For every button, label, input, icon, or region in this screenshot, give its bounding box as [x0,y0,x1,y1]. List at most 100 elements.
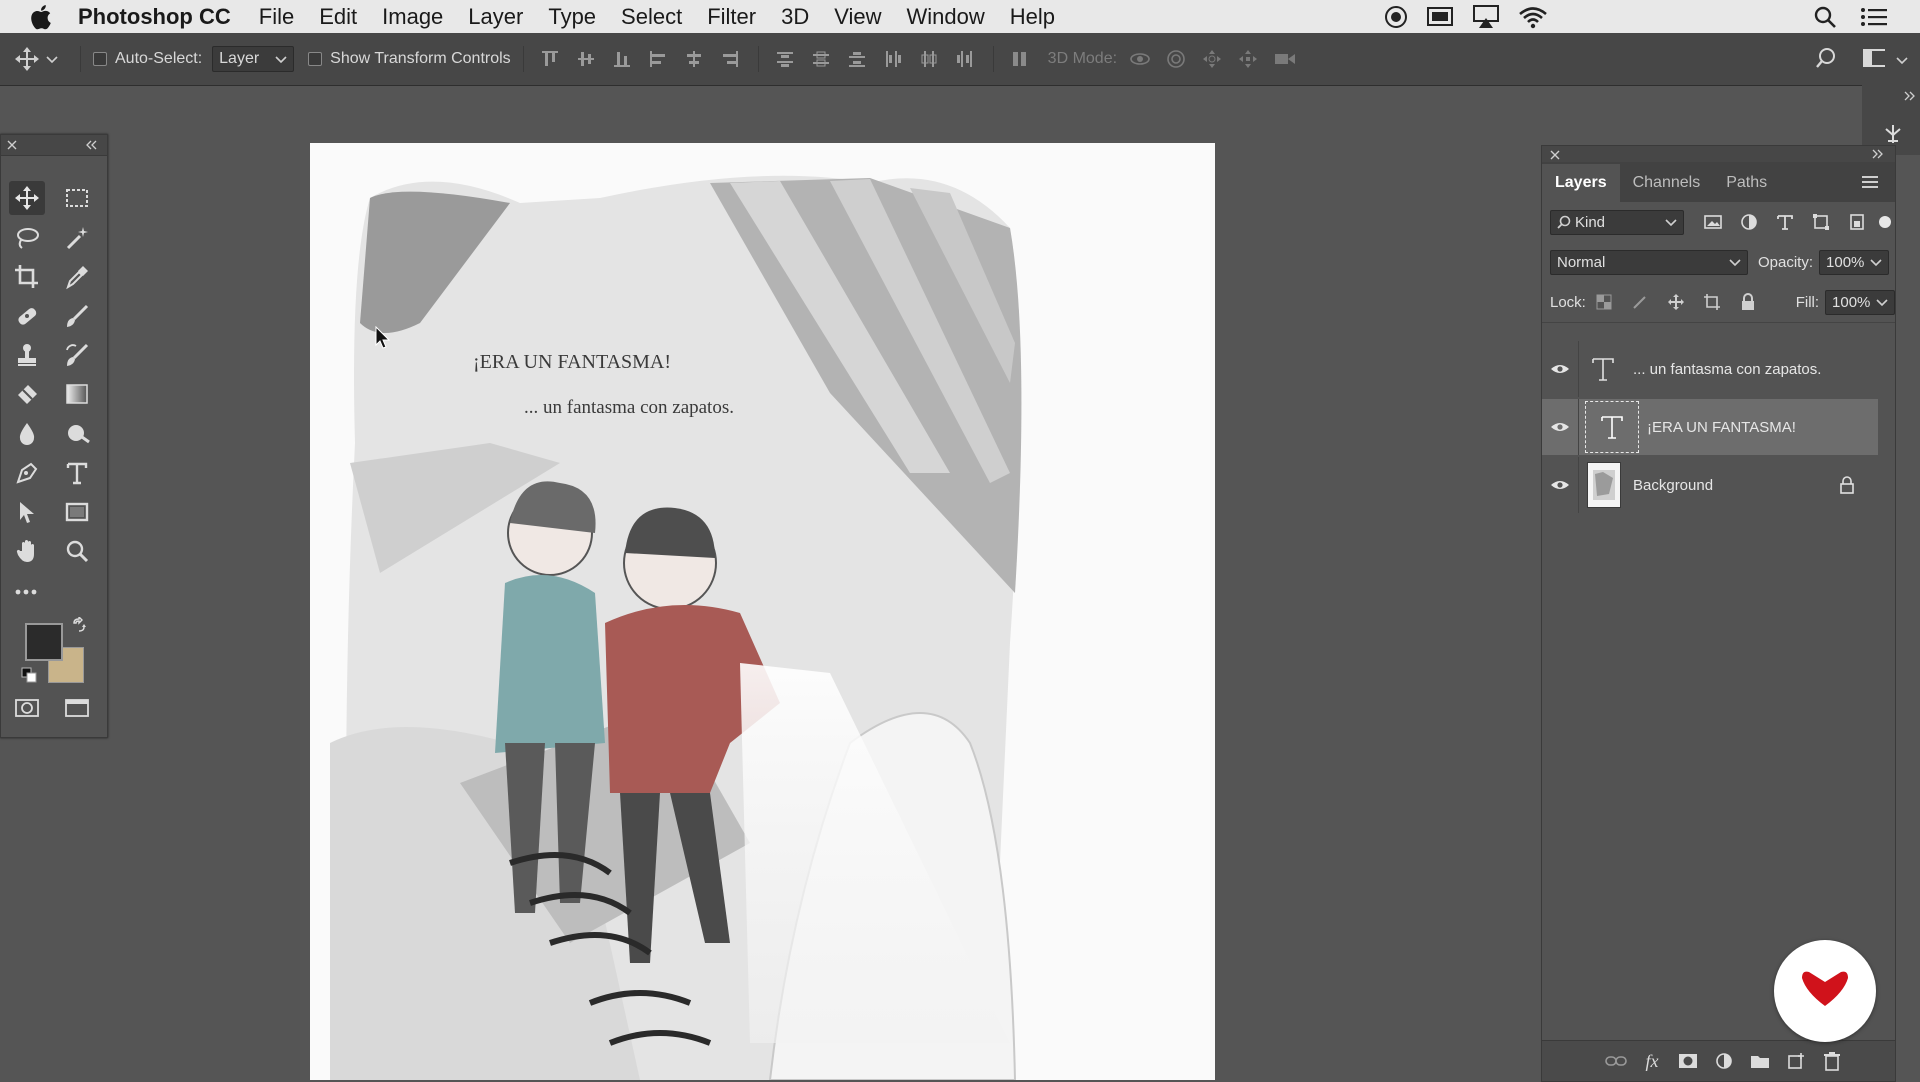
type-tool[interactable] [59,456,95,490]
screen-mode[interactable] [59,691,95,725]
delete-layer-trash-icon[interactable] [1821,1050,1843,1072]
filter-type-icon[interactable] [1774,211,1796,233]
align-horizontal-centers-icon[interactable] [683,48,705,70]
filter-kind-dropdown[interactable]: Kind [1550,209,1684,235]
layer-style-fx-icon[interactable]: fx [1641,1050,1663,1072]
tab-channels[interactable]: Channels [1620,164,1714,202]
eyedropper-tool[interactable] [59,260,95,294]
menu-help[interactable]: Help [1010,4,1055,30]
layer-row[interactable]: ... un fantasma con zapatos. [1542,341,1878,397]
show-transform-controls-checkbox[interactable] [308,52,323,66]
marquee-tool[interactable] [59,181,95,215]
eraser-tool[interactable] [9,377,45,411]
filter-smart-object-icon[interactable] [1846,211,1868,233]
notification-list-icon[interactable] [1860,0,1888,33]
layers-panel-header[interactable] [1542,146,1895,162]
canvas-heading-text[interactable]: ¡ERA UN FANTASMA! [473,351,671,374]
layer-row-selected[interactable]: ¡ERA UN FANTASMA! [1542,399,1878,455]
opacity-field[interactable]: 100% [1819,249,1890,275]
crop-tool[interactable] [9,260,45,294]
lock-image-pixels-icon[interactable] [1629,291,1651,313]
align-bottom-edges-icon[interactable] [611,48,633,70]
menu-file[interactable]: File [259,4,294,30]
distribute-vertical-centers-icon[interactable] [810,48,832,70]
3d-scale-icon[interactable] [1273,48,1296,70]
new-group-folder-icon[interactable] [1749,1050,1771,1072]
menu-type[interactable]: Type [548,4,596,30]
menu-window[interactable]: Window [907,4,985,30]
layer-name[interactable]: Background [1633,477,1713,494]
menu-select[interactable]: Select [621,4,682,30]
distribute-right-icon[interactable] [954,48,976,70]
magic-wand-tool[interactable] [59,221,95,255]
default-colors-icon[interactable] [21,667,37,688]
collapse-panel-icon[interactable] [1904,91,1916,101]
airplay-icon[interactable] [1472,0,1500,33]
lock-transparent-pixels-icon[interactable] [1593,291,1615,313]
align-vertical-centers-icon[interactable] [575,48,597,70]
tools-panel-header[interactable] [1,135,107,156]
auto-align-layers-icon[interactable] [1009,48,1031,70]
menu-edit[interactable]: Edit [319,4,357,30]
lock-artboard-icon[interactable] [1701,291,1723,313]
history-brush-tool[interactable] [59,338,95,372]
align-left-edges-icon[interactable] [647,48,669,70]
add-layer-mask-icon[interactable] [1677,1050,1699,1072]
screen-mirror-icon[interactable] [1426,0,1454,33]
wifi-icon[interactable] [1518,0,1548,33]
lock-all-icon[interactable] [1737,291,1759,313]
new-layer-icon[interactable] [1785,1050,1807,1072]
distribute-top-icon[interactable] [774,48,796,70]
blend-mode-dropdown[interactable]: Normal [1550,249,1748,275]
zoom-tool[interactable] [59,534,95,568]
layer-name[interactable]: ¡ERA UN FANTASMA! [1647,419,1796,436]
auto-select-dropdown[interactable]: Layer [212,46,295,72]
record-icon[interactable] [1384,0,1408,33]
search-icon[interactable] [1815,47,1837,69]
layer-visibility-toggle[interactable] [1542,399,1579,455]
filter-toggle-icon[interactable] [1879,216,1891,228]
collapse-panel-icon[interactable] [85,140,97,150]
layer-visibility-toggle[interactable] [1542,457,1579,513]
path-selection-tool[interactable] [9,495,45,529]
chevron-down-icon[interactable] [1896,55,1908,65]
move-tool[interactable] [9,181,45,215]
properties-panel-icon[interactable] [1882,123,1904,145]
tab-paths[interactable]: Paths [1713,164,1780,202]
align-right-edges-icon[interactable] [719,48,741,70]
rectangle-tool[interactable] [59,495,95,529]
menu-view[interactable]: View [834,4,881,30]
gradient-tool[interactable] [59,377,95,411]
close-icon[interactable] [7,140,17,150]
lasso-tool[interactable] [9,221,45,255]
filter-adjustment-icon[interactable] [1738,211,1760,233]
quick-mask-mode[interactable] [9,691,45,725]
distribute-left-icon[interactable] [882,48,904,70]
app-name-menu[interactable]: Photoshop CC [78,4,231,30]
dodge-tool[interactable] [59,417,95,451]
tool-preset-picker[interactable] [0,46,72,72]
collapse-panel-icon[interactable] [1872,149,1884,159]
filter-shape-icon[interactable] [1810,211,1832,233]
auto-select-checkbox[interactable] [93,52,107,66]
filter-pixel-icon[interactable] [1702,211,1724,233]
align-top-edges-icon[interactable] [539,48,561,70]
apple-logo-icon[interactable] [28,3,52,31]
tab-layers[interactable]: Layers [1542,164,1620,202]
blur-tool[interactable] [9,417,45,451]
brush-tool[interactable] [59,299,95,333]
distribute-bottom-icon[interactable] [846,48,868,70]
close-icon[interactable] [1550,150,1560,160]
new-adjustment-layer-icon[interactable] [1713,1050,1735,1072]
healing-brush-tool[interactable] [9,299,45,333]
foreground-color-swatch[interactable] [25,623,63,661]
fill-field[interactable]: 100% [1825,289,1895,315]
clone-stamp-tool[interactable] [9,338,45,372]
3d-slide-icon[interactable] [1237,48,1259,70]
workspace-switcher-icon[interactable] [1863,47,1885,69]
spotlight-search-icon[interactable] [1813,0,1837,33]
swap-colors-icon[interactable] [71,615,87,638]
canvas-subheading-text[interactable]: ... un fantasma con zapatos. [524,397,734,419]
menu-3d[interactable]: 3D [781,4,809,30]
hand-tool[interactable] [9,534,45,568]
